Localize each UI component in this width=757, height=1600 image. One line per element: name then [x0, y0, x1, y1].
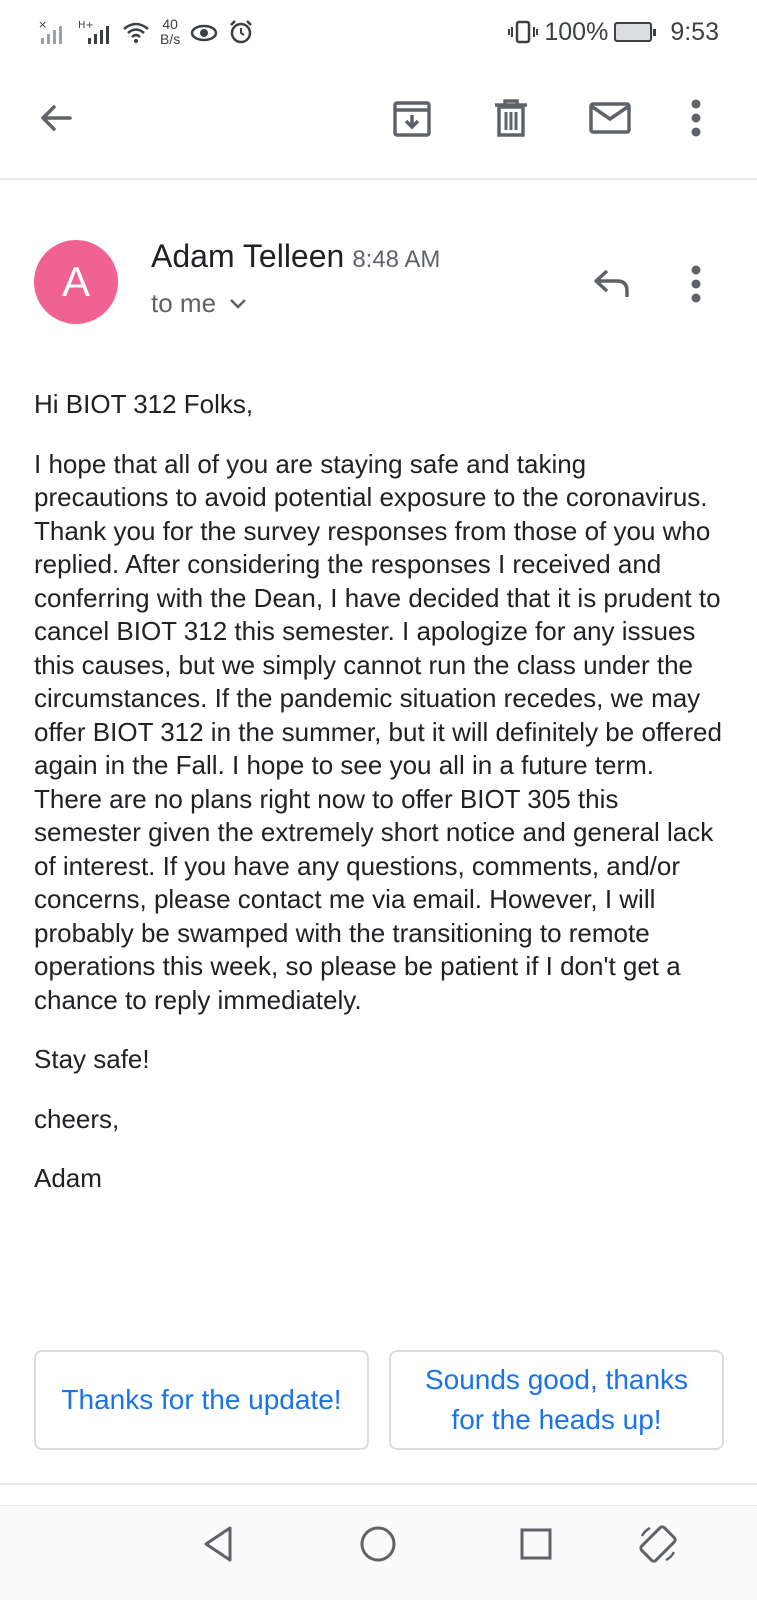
no-signal-icon: ×: [38, 18, 62, 44]
circle-home-icon: [360, 1526, 396, 1562]
more-vertical-icon: [691, 265, 701, 303]
body-paragraph: I hope that all of you are staying safe …: [34, 448, 722, 1015]
smart-replies: Thanks for the update! Sounds good, than…: [34, 1350, 724, 1450]
wifi-icon: [123, 22, 149, 43]
mail-icon: [589, 102, 631, 134]
status-bar: × H+ 40 B/s 100% 9:53: [0, 0, 757, 62]
rotate-screen-button[interactable]: [630, 1516, 686, 1572]
network-speed: 40 B/s: [160, 17, 180, 47]
alarm-icon: [230, 20, 253, 44]
greeting: Hi BIOT 312 Folks,: [34, 389, 254, 419]
arrow-left-icon: [41, 105, 72, 131]
recipient-toggle[interactable]: to me: [151, 288, 248, 319]
net-speed-unit: B/s: [160, 31, 181, 47]
sender: Adam Telleen 8:48 AM: [151, 238, 440, 275]
archive-icon: [393, 101, 431, 137]
app-bar: [0, 62, 757, 180]
system-nav-bar: [0, 1506, 757, 1600]
vibrate-icon: [508, 20, 539, 44]
nav-back-button[interactable]: [190, 1516, 246, 1572]
delete-button[interactable]: [483, 90, 539, 146]
net-speed-value: 40: [162, 16, 178, 32]
signal-icon: H+: [78, 20, 109, 44]
svg-text:H+: H+: [78, 20, 94, 31]
recipient-label: to me: [151, 288, 217, 318]
smart-reply-chip[interactable]: Thanks for the update!: [34, 1350, 369, 1450]
avatar-letter: A: [61, 258, 90, 305]
body-paragraph: Stay safe!: [34, 1044, 150, 1074]
archive-button[interactable]: [384, 90, 440, 146]
smart-reply-chip[interactable]: Sounds good, thanks for the heads up!: [389, 1350, 724, 1450]
email-view: × H+ 40 B/s 100% 9:53 A Adam Telleen 8:4…: [0, 0, 757, 1600]
divider: [0, 1483, 757, 1485]
body-paragraph: cheers,: [34, 1103, 120, 1134]
svg-text:×: ×: [38, 18, 47, 31]
back-button[interactable]: [28, 90, 84, 146]
nav-recents-button[interactable]: [508, 1516, 564, 1572]
reply-button[interactable]: [584, 256, 640, 312]
rotate-icon: [639, 1525, 677, 1563]
chevron-down-icon: [230, 298, 246, 309]
reply-icon: [594, 269, 629, 297]
trash-icon: [495, 99, 527, 137]
triangle-back-icon: [204, 1526, 232, 1562]
clock: 9:53: [670, 17, 719, 46]
square-recents-icon: [520, 1528, 552, 1560]
message-time: 8:48 AM: [352, 246, 441, 273]
nav-home-button[interactable]: [350, 1516, 406, 1572]
message-more-button[interactable]: [670, 256, 722, 312]
message-body: Hi BIOT 312 Folks, I hope that all of yo…: [34, 388, 724, 1222]
more-options-button[interactable]: [670, 90, 722, 146]
battery-icon: [614, 22, 657, 42]
more-vertical-icon: [691, 99, 701, 137]
message-header: A Adam Telleen 8:48 AM to me: [0, 232, 757, 332]
signature: Adam: [34, 1163, 102, 1193]
eye-icon: [190, 24, 218, 42]
mark-unread-button[interactable]: [582, 90, 638, 146]
sender-name: Adam Telleen: [151, 238, 345, 274]
avatar[interactable]: A: [34, 240, 118, 324]
battery-percent: 100%: [544, 17, 609, 46]
